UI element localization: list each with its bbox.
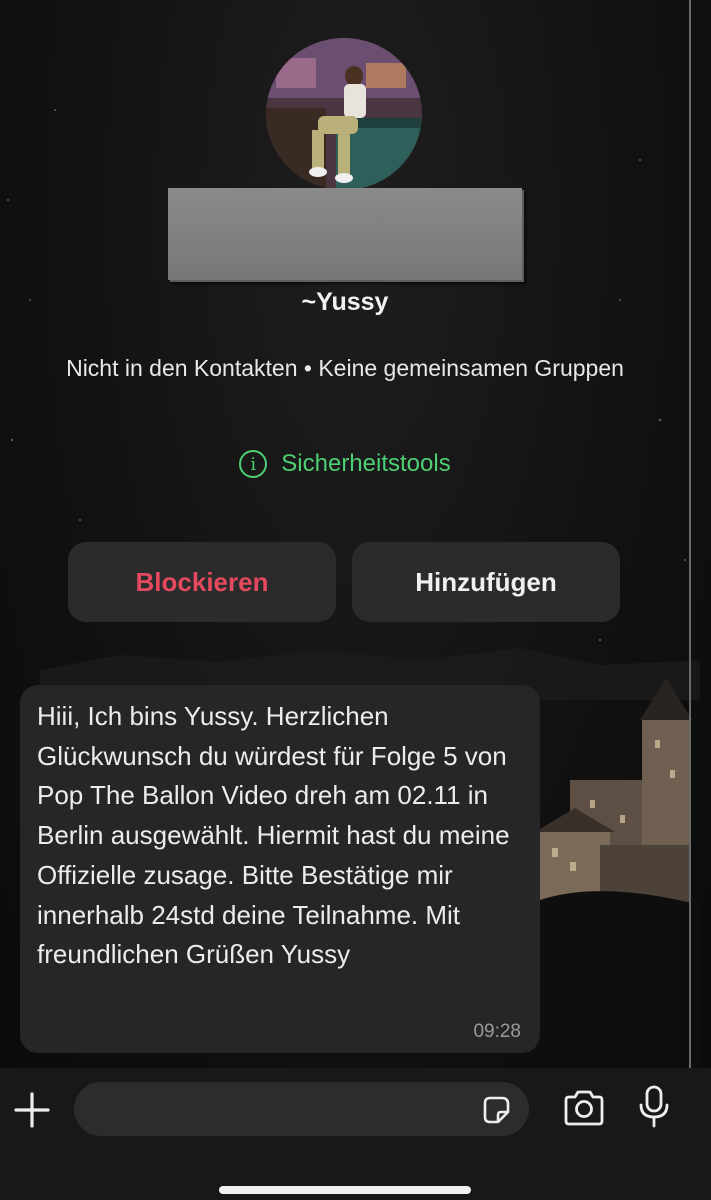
plus-icon[interactable] <box>12 1090 52 1130</box>
scroll-edge-line <box>689 0 691 1070</box>
message-input-field[interactable] <box>74 1082 529 1138</box>
microphone-icon[interactable] <box>636 1084 672 1132</box>
sticker-icon[interactable] <box>479 1093 513 1127</box>
message-timestamp: 09:28 <box>473 1021 521 1042</box>
message-text: Hiii, Ich bins Yussy. Herzlichen Glückwu… <box>37 701 510 970</box>
safety-tools-link[interactable]: i Sicherheitstools <box>0 450 690 478</box>
add-contact-button[interactable]: Hinzufügen <box>352 542 620 622</box>
message-composer <box>0 1068 711 1200</box>
incoming-message-bubble[interactable]: Hiii, Ich bins Yussy. Herzlichen Glückwu… <box>20 685 540 1053</box>
message-input[interactable] <box>92 1082 476 1138</box>
safety-tools-label: Sicherheitstools <box>281 450 451 477</box>
contact-status-info: Nicht in den Kontakten • Keine gemeinsam… <box>66 355 624 381</box>
contact-name: ~Yussy <box>301 288 389 316</box>
info-icon: i <box>239 450 268 478</box>
camera-icon[interactable] <box>562 1088 606 1128</box>
home-indicator[interactable] <box>219 1186 471 1194</box>
contact-avatar[interactable] <box>266 38 422 190</box>
redacted-phone-number <box>168 188 522 280</box>
chat-screen: ~Yussy Nicht in den Kontakten • Keine ge… <box>0 0 711 1200</box>
block-button[interactable]: Blockieren <box>68 542 336 622</box>
